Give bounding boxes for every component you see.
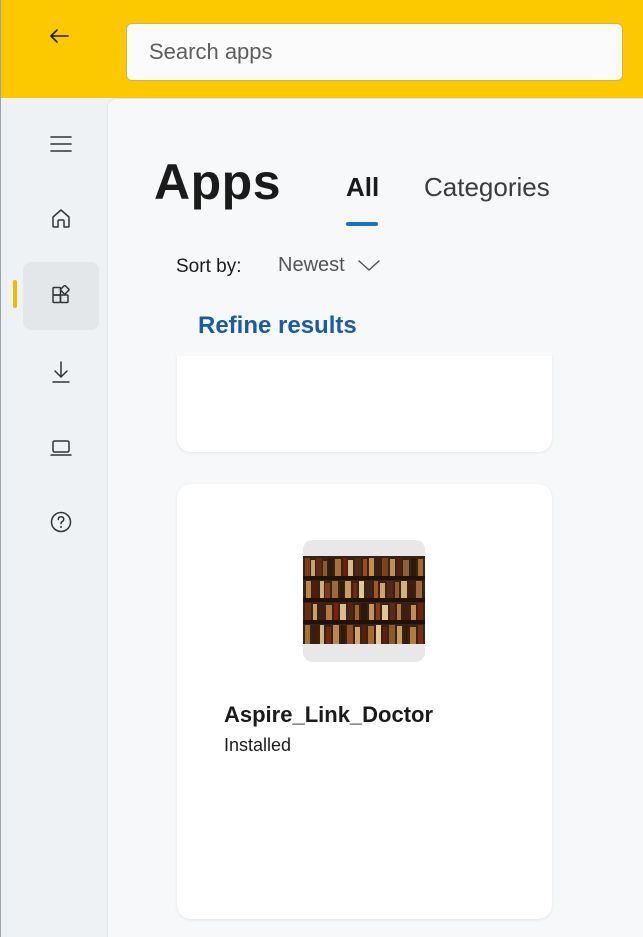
nav-help-button[interactable] xyxy=(23,488,99,556)
sort-value: Newest xyxy=(278,254,345,276)
apps-grid-icon xyxy=(52,285,70,304)
tab-selected-indicator xyxy=(346,222,378,226)
nav-menu-button[interactable] xyxy=(23,110,99,178)
active-nav-indicator xyxy=(13,280,17,308)
nav-home-button[interactable] xyxy=(23,184,99,252)
sort-dropdown[interactable]: Newest xyxy=(278,254,381,277)
app-name: Aspire_Link_Doctor xyxy=(224,702,434,727)
nav-devices-button[interactable] xyxy=(23,414,99,482)
nav-rail xyxy=(1,98,107,937)
search-input[interactable] xyxy=(147,38,622,66)
app-status: Installed xyxy=(224,735,292,755)
nav-apps-button[interactable] xyxy=(23,262,99,330)
page-title: Apps xyxy=(154,154,281,210)
page-header: Apps All Categories Sort by: Newest Refi… xyxy=(108,99,643,356)
bookshelf-image xyxy=(303,540,425,662)
back-button[interactable] xyxy=(35,18,83,54)
arrow-left-icon xyxy=(50,29,69,43)
nav-downloads-button[interactable] xyxy=(23,338,99,406)
app-window: Apps All Categories Sort by: Newest Refi… xyxy=(0,0,643,937)
top-bar xyxy=(1,0,643,98)
hamburger-menu-icon xyxy=(50,136,72,152)
app-thumbnail xyxy=(303,540,425,662)
home-icon xyxy=(52,209,70,228)
tab-all[interactable]: All xyxy=(346,172,379,203)
app-card[interactable]: Aspire_Link_Doctor Installed xyxy=(177,484,552,919)
tab-categories[interactable]: Categories xyxy=(424,172,550,203)
chevron-down-icon xyxy=(357,259,380,271)
sort-label: Sort by: xyxy=(176,256,242,277)
main-content: Apps All Categories Sort by: Newest Refi… xyxy=(107,98,643,937)
help-icon xyxy=(50,511,72,533)
laptop-icon xyxy=(50,440,72,456)
download-icon xyxy=(52,361,70,383)
refine-results-link[interactable]: Refine results xyxy=(198,312,357,340)
search-field[interactable] xyxy=(126,23,623,81)
